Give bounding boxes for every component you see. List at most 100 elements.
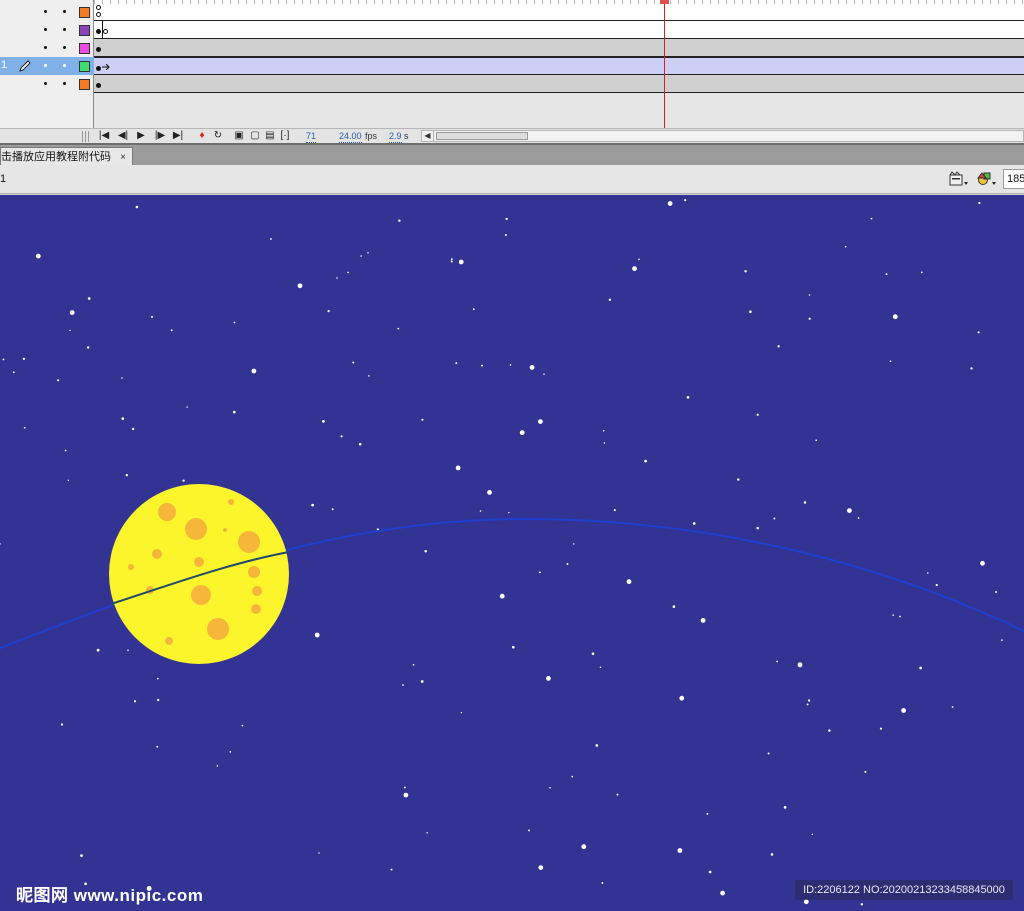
visibility-dot[interactable] <box>44 28 47 31</box>
star <box>892 614 894 616</box>
visibility-dot[interactable] <box>44 82 47 85</box>
star <box>135 205 139 209</box>
layer-row[interactable] <box>0 3 94 21</box>
modify-markers-icon[interactable]: [·] <box>279 130 291 142</box>
frame-grid[interactable] <box>94 0 1024 128</box>
star <box>57 379 60 382</box>
lock-dot[interactable] <box>63 64 66 67</box>
layer-row[interactable] <box>0 75 94 93</box>
layer-color-swatch[interactable] <box>79 25 90 36</box>
layer-row[interactable] <box>0 21 94 39</box>
star <box>951 706 954 708</box>
lock-dot[interactable] <box>63 28 66 31</box>
empty-keyframe[interactable] <box>96 12 101 17</box>
star <box>797 662 803 668</box>
star <box>426 832 428 834</box>
star <box>157 698 160 702</box>
star <box>706 812 709 815</box>
star <box>638 258 640 261</box>
layer-row[interactable] <box>0 39 94 57</box>
star <box>505 217 508 221</box>
layer-row-selected[interactable]: 1 <box>0 57 94 75</box>
visibility-dot[interactable] <box>44 64 47 67</box>
star <box>368 375 370 377</box>
star <box>499 593 505 599</box>
star <box>127 649 129 652</box>
edit-multiple-icon[interactable]: ▤ <box>264 130 276 142</box>
star <box>806 703 809 706</box>
frame-row[interactable] <box>94 75 1024 93</box>
star <box>935 583 938 587</box>
loop-icon[interactable]: ↻ <box>209 130 227 142</box>
star <box>927 572 929 574</box>
frame-row[interactable] <box>94 39 1024 57</box>
lock-dot[interactable] <box>63 46 66 49</box>
lock-dot[interactable] <box>63 10 66 13</box>
stage-canvas[interactable] <box>0 195 1024 911</box>
edit-scene-icon[interactable] <box>948 170 970 188</box>
star <box>686 396 690 399</box>
star <box>549 787 551 789</box>
layer-color-swatch[interactable] <box>79 61 90 72</box>
layer-color-swatch[interactable] <box>79 43 90 54</box>
fps-value[interactable]: 24.00 <box>339 131 362 143</box>
star <box>815 439 818 442</box>
empty-keyframe[interactable] <box>96 5 101 10</box>
star <box>96 648 100 652</box>
empty-keyframe[interactable] <box>103 29 108 34</box>
star <box>23 426 26 429</box>
star <box>233 321 236 324</box>
document-tab[interactable]: 击播放应用教程附代码 × <box>0 147 133 166</box>
edit-symbols-icon[interactable] <box>976 170 998 188</box>
star <box>857 517 860 519</box>
star <box>672 605 676 608</box>
star <box>803 899 809 905</box>
star <box>571 775 574 778</box>
star <box>421 418 424 421</box>
scene-label[interactable]: 1 <box>0 173 6 185</box>
visibility-dot[interactable] <box>44 46 47 49</box>
first-frame-icon[interactable]: |◀ <box>98 130 110 142</box>
step-back-icon[interactable]: ◀| <box>116 130 130 142</box>
keyframe[interactable] <box>96 47 101 52</box>
center-frame-icon[interactable]: ♦ <box>198 130 206 142</box>
frame-row[interactable] <box>94 3 1024 21</box>
zoom-field[interactable]: 185 <box>1003 169 1024 189</box>
visibility-dot[interactable] <box>44 10 47 13</box>
resize-grip[interactable] <box>82 131 90 142</box>
frame-row-tween[interactable] <box>94 57 1024 75</box>
playhead[interactable] <box>664 0 665 128</box>
keyframe[interactable] <box>96 29 101 34</box>
star <box>528 829 530 832</box>
frame-row[interactable] <box>94 21 1024 39</box>
star <box>803 501 807 504</box>
elapsed-time-value[interactable]: 2.9 <box>389 131 402 143</box>
current-frame-value[interactable]: 71 <box>306 131 317 143</box>
star <box>920 271 923 274</box>
playhead-handle[interactable] <box>660 0 669 4</box>
star <box>744 270 747 273</box>
play-icon[interactable]: ▶ <box>135 130 147 142</box>
lock-dot[interactable] <box>63 82 66 85</box>
last-frame-icon[interactable]: ▶| <box>171 130 185 142</box>
watermark-site: 昵图网 www.nipic.com <box>16 886 204 905</box>
step-forward-icon[interactable]: |▶ <box>153 130 167 142</box>
layer-color-swatch[interactable] <box>79 7 90 18</box>
star <box>901 708 906 713</box>
scrollbar-thumb[interactable] <box>436 132 528 140</box>
star <box>899 615 901 618</box>
timeline-scrollbar[interactable]: ◀ <box>421 130 1024 142</box>
scroll-left-icon[interactable]: ◀ <box>422 131 434 141</box>
layer-color-swatch[interactable] <box>79 79 90 90</box>
onion-skin-icon[interactable]: ▣ <box>233 130 245 142</box>
keyframe[interactable] <box>96 83 101 88</box>
star <box>241 724 244 727</box>
frame-ruler[interactable] <box>94 0 1024 4</box>
star <box>481 364 483 367</box>
onion-outline-icon[interactable]: ▢ <box>249 130 261 142</box>
star <box>538 865 544 870</box>
star <box>1001 639 1003 641</box>
star <box>892 314 898 320</box>
star <box>150 315 154 318</box>
keyframe[interactable] <box>96 66 101 71</box>
